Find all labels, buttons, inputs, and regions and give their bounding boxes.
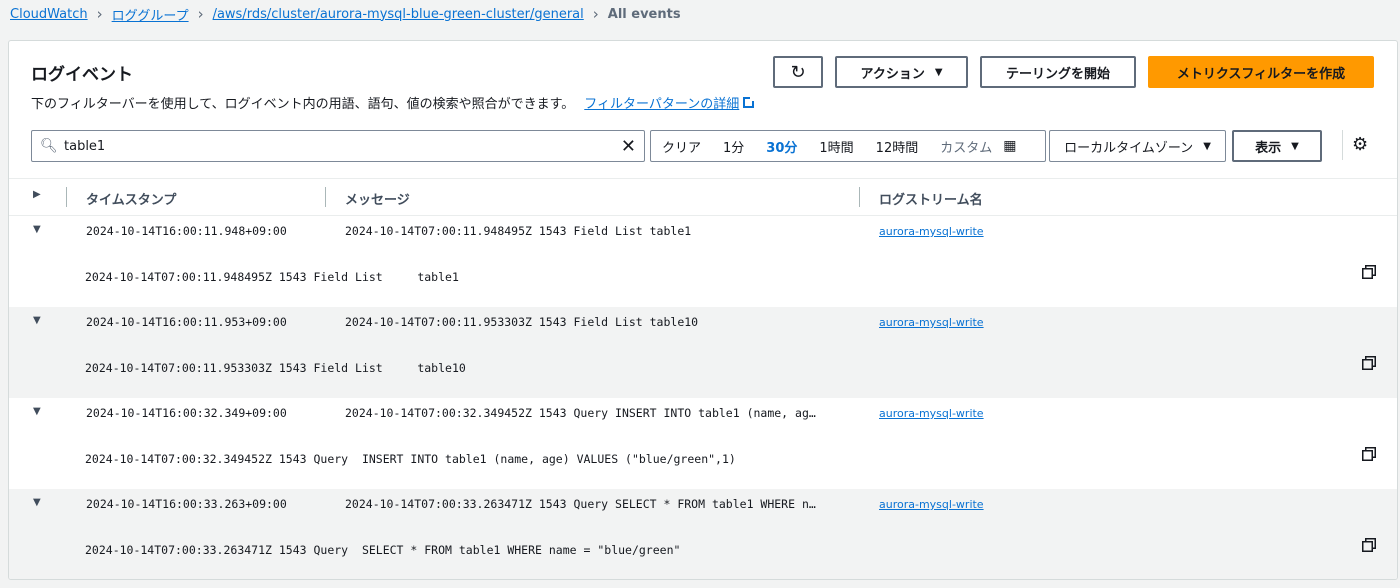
- row-timestamp: 2024-10-14T16:00:11.948+09:00: [86, 224, 287, 238]
- column-log-stream[interactable]: ログストリーム名: [879, 189, 983, 208]
- calendar-icon[interactable]: ▦: [1003, 138, 1016, 154]
- copy-icon[interactable]: [1362, 447, 1376, 461]
- caret-down-icon: ▼: [1291, 140, 1299, 152]
- chevron-right-icon: ›: [592, 5, 599, 23]
- table-header: ▶ タイムスタンプ メッセージ ログストリーム名: [9, 178, 1397, 216]
- search-icon: 🔍︎: [40, 138, 58, 154]
- breadcrumb: CloudWatch › ロググループ › /aws/rds/cluster/a…: [10, 4, 681, 24]
- table-row[interactable]: ▼ 2024-10-14T16:00:11.953+09:00 2024-10-…: [9, 307, 1397, 398]
- refresh-icon: ↻: [790, 61, 806, 83]
- table-row[interactable]: ▼ 2024-10-14T16:00:33.263+09:00 2024-10-…: [9, 489, 1397, 579]
- gear-icon[interactable]: ⚙: [1352, 134, 1368, 155]
- display-button[interactable]: 表示 ▼: [1232, 130, 1322, 162]
- column-divider: [66, 187, 67, 207]
- copy-icon[interactable]: [1362, 538, 1376, 552]
- row-log-stream-link[interactable]: aurora-mysql-write: [879, 225, 984, 238]
- breadcrumb-current: All events: [607, 6, 681, 22]
- breadcrumb-cloudwatch-link[interactable]: CloudWatch: [10, 7, 88, 22]
- filter-pattern-link[interactable]: フィルターパターンの詳細: [584, 93, 739, 112]
- row-detail: 2024-10-14T07:00:11.953303Z 1543 Field L…: [85, 361, 466, 375]
- breadcrumb-log-group-link[interactable]: /aws/rds/cluster/aurora-mysql-blue-green…: [213, 7, 584, 22]
- column-divider: [325, 187, 326, 207]
- row-detail: 2024-10-14T07:00:33.263471Z 1543 Query S…: [85, 543, 681, 557]
- timezone-select[interactable]: ローカルタイムゾーン ▼: [1049, 130, 1226, 162]
- row-log-stream-link[interactable]: aurora-mysql-write: [879, 407, 984, 420]
- collapse-icon[interactable]: ▼: [33, 497, 41, 508]
- log-events-panel: ログイベント 下のフィルターバーを使用して、ログイベント内の用語、語句、値の検索…: [8, 40, 1398, 580]
- caret-down-icon: ▼: [1203, 140, 1211, 152]
- search-field[interactable]: 🔍︎ table1 ✕: [31, 130, 645, 162]
- row-message: 2024-10-14T07:00:11.948495Z 1543 Field L…: [345, 224, 692, 238]
- expand-all-icon[interactable]: ▶: [33, 189, 41, 200]
- collapse-icon[interactable]: ▼: [33, 315, 41, 326]
- page-title: ログイベント: [31, 65, 133, 85]
- range-custom[interactable]: カスタム: [929, 137, 1003, 156]
- table-row[interactable]: ▼ 2024-10-14T16:00:32.349+09:00 2024-10-…: [9, 398, 1397, 489]
- copy-icon[interactable]: [1362, 356, 1376, 370]
- row-timestamp: 2024-10-14T16:00:11.953+09:00: [86, 315, 287, 329]
- display-label: 表示: [1255, 140, 1282, 156]
- external-link-icon: [743, 96, 756, 108]
- copy-icon[interactable]: [1362, 265, 1376, 279]
- divider: [1342, 130, 1343, 160]
- column-timestamp[interactable]: タイムスタンプ: [86, 189, 176, 208]
- actions-label: アクション: [860, 66, 925, 82]
- search-input[interactable]: table1: [64, 139, 105, 154]
- collapse-icon[interactable]: ▼: [33, 224, 41, 235]
- description-text: 下のフィルターバーを使用して、ログイベント内の用語、語句、値の検索や照合ができま…: [31, 97, 575, 112]
- start-tailing-button[interactable]: テーリングを開始: [980, 56, 1136, 88]
- table-row[interactable]: ▼ 2024-10-14T16:00:11.948+09:00 2024-10-…: [9, 216, 1397, 307]
- range-1h[interactable]: 1時間: [808, 137, 864, 156]
- row-timestamp: 2024-10-14T16:00:32.349+09:00: [86, 406, 287, 420]
- row-message: 2024-10-14T07:00:11.953303Z 1543 Field L…: [345, 315, 699, 329]
- refresh-button[interactable]: ↻: [773, 56, 823, 88]
- chevron-right-icon: ›: [96, 5, 103, 23]
- range-1m[interactable]: 1分: [712, 137, 755, 156]
- row-message: 2024-10-14T07:00:32.349452Z 1543 Query I…: [345, 406, 816, 420]
- range-30m[interactable]: 30分: [755, 137, 808, 156]
- description: 下のフィルターバーを使用して、ログイベント内の用語、語句、値の検索や照合ができま…: [31, 93, 756, 112]
- caret-down-icon: ▼: [934, 66, 943, 78]
- row-detail: 2024-10-14T07:00:11.948495Z 1543 Field L…: [85, 270, 459, 284]
- column-divider: [859, 187, 860, 207]
- chevron-right-icon: ›: [197, 5, 204, 23]
- column-message[interactable]: メッセージ: [345, 189, 410, 208]
- row-log-stream-link[interactable]: aurora-mysql-write: [879, 316, 984, 329]
- time-range-selector: クリア 1分 30分 1時間 12時間 カスタム ▦: [650, 130, 1046, 162]
- row-detail: 2024-10-14T07:00:32.349452Z 1543 Query I…: [85, 452, 736, 466]
- row-message: 2024-10-14T07:00:33.263471Z 1543 Query S…: [345, 497, 816, 511]
- collapse-icon[interactable]: ▼: [33, 406, 41, 417]
- range-12h[interactable]: 12時間: [865, 137, 930, 156]
- clear-button[interactable]: クリア: [651, 137, 712, 156]
- create-metric-filter-button[interactable]: メトリクスフィルターを作成: [1148, 56, 1374, 88]
- row-log-stream-link[interactable]: aurora-mysql-write: [879, 498, 984, 511]
- close-icon[interactable]: ✕: [621, 136, 636, 157]
- row-timestamp: 2024-10-14T16:00:33.263+09:00: [86, 497, 287, 511]
- timezone-label: ローカルタイムゾーン: [1064, 140, 1194, 156]
- actions-button[interactable]: アクション ▼: [835, 56, 968, 88]
- breadcrumb-log-groups-link[interactable]: ロググループ: [112, 5, 189, 24]
